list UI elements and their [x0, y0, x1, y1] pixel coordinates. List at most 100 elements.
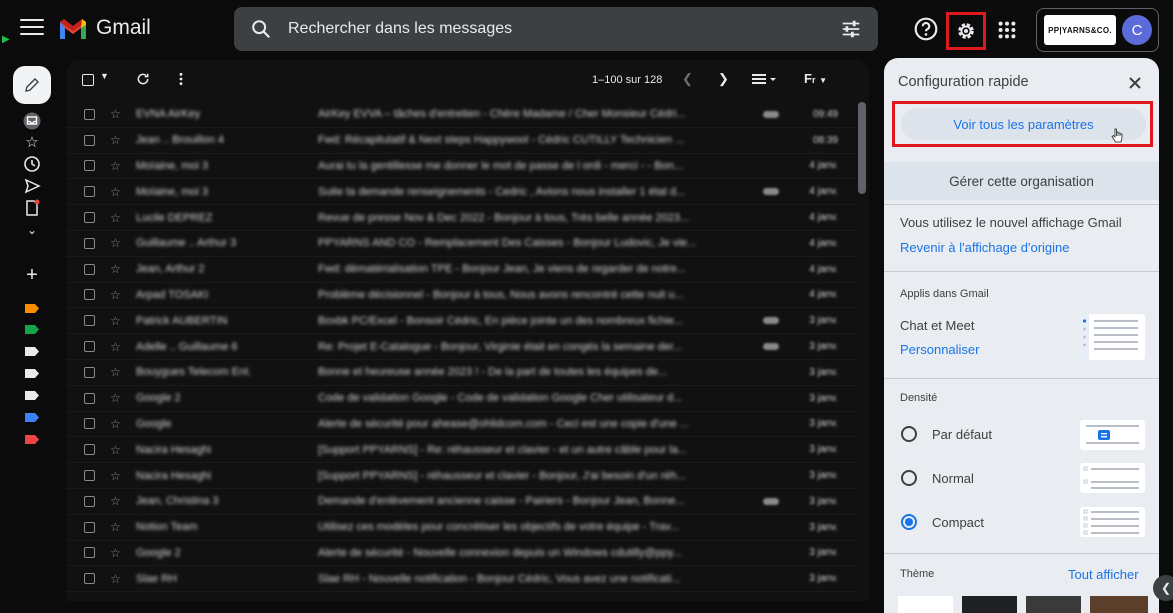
- row-checkbox[interactable]: [84, 160, 95, 172]
- label-green-icon[interactable]: [25, 325, 39, 334]
- density-default-radio[interactable]: [901, 426, 917, 442]
- density-normal-radio[interactable]: [901, 470, 917, 486]
- email-row[interactable]: ☆ Nacira Hesaghi [Support PPYARNS] - réhau…: [66, 463, 856, 489]
- email-row[interactable]: ☆ Google Alerte de sécurité pour ahease@oh…: [66, 412, 856, 438]
- star-icon[interactable]: ☆: [110, 262, 121, 276]
- label-white-icon[interactable]: [25, 347, 39, 356]
- theme-thumbnails[interactable]: [898, 596, 1148, 613]
- star-icon[interactable]: ☆: [110, 107, 121, 121]
- attachment-icon[interactable]: [763, 317, 779, 325]
- email-row[interactable]: ☆ Lucile DEPREZ Revue de presse Nov & Dec …: [66, 205, 856, 231]
- email-row[interactable]: ☆ Jean, Christina 3 Demande d'enlèvement a…: [66, 489, 856, 515]
- density-compact-label[interactable]: Compact: [932, 515, 984, 530]
- star-icon[interactable]: ☆: [110, 211, 121, 225]
- email-row[interactable]: ☆ Adelle .. Guillaume 6 Re: Projet E-Catal…: [66, 334, 856, 360]
- starred-icon[interactable]: ☆: [23, 134, 41, 152]
- label-red-icon[interactable]: [25, 435, 39, 444]
- settings-button[interactable]: [946, 12, 986, 50]
- email-row[interactable]: ☆ Slae RH Slae RH - Nouvelle notification …: [66, 566, 856, 593]
- row-checkbox[interactable]: [84, 366, 95, 378]
- row-checkbox[interactable]: [84, 392, 95, 404]
- star-icon[interactable]: ☆: [110, 494, 121, 508]
- star-icon[interactable]: ☆: [110, 314, 121, 328]
- manage-organization-button[interactable]: Gérer cette organisation: [884, 162, 1159, 200]
- star-icon[interactable]: ☆: [110, 236, 121, 250]
- email-row[interactable]: ☆ Guillaume .. Arthur 3 PPYARNS AND CO - R…: [66, 231, 856, 257]
- mail-list-scrollbar[interactable]: [858, 102, 866, 194]
- google-apps-icon[interactable]: [996, 19, 1018, 41]
- sent-icon[interactable]: [23, 177, 41, 195]
- star-icon[interactable]: ☆: [110, 391, 121, 405]
- chevron-right-icon[interactable]: ❯: [718, 71, 729, 87]
- label-white-icon[interactable]: [25, 391, 39, 400]
- star-icon[interactable]: ☆: [110, 572, 121, 586]
- density-compact-radio[interactable]: [901, 514, 917, 530]
- add-label-icon[interactable]: +: [23, 265, 41, 285]
- label-blue-icon[interactable]: [25, 413, 39, 422]
- chevron-down-icon[interactable]: ⌄: [23, 221, 41, 239]
- row-checkbox[interactable]: [84, 444, 95, 456]
- row-checkbox[interactable]: [84, 495, 95, 507]
- email-row[interactable]: ☆ Jean, Arthur 2 Fwd: dématérialisation TP…: [66, 257, 856, 283]
- star-icon[interactable]: ☆: [110, 365, 121, 379]
- star-icon[interactable]: ☆: [110, 546, 121, 560]
- see-all-settings-button[interactable]: Voir tous les paramètres: [901, 108, 1146, 140]
- email-row[interactable]: ☆ Google 2 Alerte de sécurité - Nouvelle c…: [66, 541, 856, 567]
- row-checkbox[interactable]: [84, 470, 95, 482]
- avatar[interactable]: C: [1122, 15, 1152, 45]
- email-row[interactable]: ☆ Google 2 Code de validation Google - Cod…: [66, 386, 856, 412]
- row-checkbox[interactable]: [84, 289, 95, 301]
- compose-button[interactable]: [13, 66, 51, 104]
- row-checkbox[interactable]: [84, 212, 95, 224]
- star-icon[interactable]: ☆: [110, 288, 121, 302]
- star-icon[interactable]: ☆: [110, 133, 121, 147]
- email-row[interactable]: ☆ Jean .. Brouillon 4 Fwd: Récapitulatif &…: [66, 128, 856, 154]
- chevron-left-icon[interactable]: ❮: [682, 71, 693, 87]
- close-icon[interactable]: [1127, 75, 1143, 91]
- select-dropdown-icon[interactable]: ▼: [100, 71, 109, 81]
- star-icon[interactable]: ☆: [110, 443, 121, 457]
- gmail-logo[interactable]: Gmail: [58, 16, 151, 40]
- email-row[interactable]: ☆ Notion Team Utilisez ces modèles pour co…: [66, 515, 856, 541]
- account-switcher[interactable]: PP|YARNS&CO. C: [1036, 8, 1159, 52]
- email-row[interactable]: ☆ Nacira Hesaghi [Support PPYARNS] - Re: r…: [66, 437, 856, 464]
- attachment-icon[interactable]: [763, 110, 779, 118]
- search-input[interactable]: [288, 20, 808, 38]
- attachment-icon[interactable]: [763, 497, 779, 505]
- density-normal-label[interactable]: Normal: [932, 471, 974, 486]
- row-checkbox[interactable]: [84, 341, 95, 353]
- search-bar[interactable]: [234, 7, 878, 51]
- star-icon[interactable]: ☆: [110, 469, 121, 483]
- search-options-icon[interactable]: [840, 18, 862, 40]
- density-default-label[interactable]: Par défaut: [932, 427, 992, 442]
- inbox-icon[interactable]: [23, 112, 41, 130]
- row-checkbox[interactable]: [84, 315, 95, 327]
- label-white-icon[interactable]: [25, 369, 39, 378]
- show-all-themes-link[interactable]: Tout afficher: [1068, 567, 1139, 582]
- row-checkbox[interactable]: [84, 186, 95, 198]
- email-row[interactable]: ☆ Moïaine, moi 3 Suite ta demande renseign…: [66, 179, 856, 206]
- email-row[interactable]: ☆ Arpad TOSAKI Problème décisionnel - Bonj…: [66, 283, 856, 309]
- row-checkbox[interactable]: [84, 134, 95, 146]
- input-tools-icon[interactable]: Fr ▼: [804, 71, 827, 86]
- split-pane-icon[interactable]: [752, 73, 778, 85]
- row-checkbox[interactable]: [84, 418, 95, 430]
- row-checkbox[interactable]: [84, 573, 95, 585]
- help-icon[interactable]: [913, 16, 939, 42]
- star-icon[interactable]: ☆: [110, 185, 121, 199]
- customize-link[interactable]: Personnaliser: [900, 342, 980, 357]
- snoozed-icon[interactable]: [23, 155, 41, 173]
- email-row[interactable]: ☆ Patrick AUBERTIN Boxbk PC/Excel - Bonsoi…: [66, 308, 856, 335]
- search-icon[interactable]: [250, 18, 272, 40]
- revert-view-link[interactable]: Revenir à l'affichage d'origine: [900, 240, 1070, 255]
- row-checkbox[interactable]: [84, 108, 95, 120]
- row-checkbox[interactable]: [84, 521, 95, 533]
- more-options-icon[interactable]: [174, 72, 188, 86]
- email-row[interactable]: ☆ Moïaine, moi 3 Aurai tu la gentillesse m…: [66, 154, 856, 180]
- select-all-checkbox[interactable]: [82, 74, 94, 86]
- attachment-icon[interactable]: [763, 343, 779, 351]
- star-icon[interactable]: ☆: [110, 417, 121, 431]
- refresh-icon[interactable]: [136, 72, 150, 86]
- star-icon[interactable]: ☆: [110, 520, 121, 534]
- star-icon[interactable]: ☆: [110, 340, 121, 354]
